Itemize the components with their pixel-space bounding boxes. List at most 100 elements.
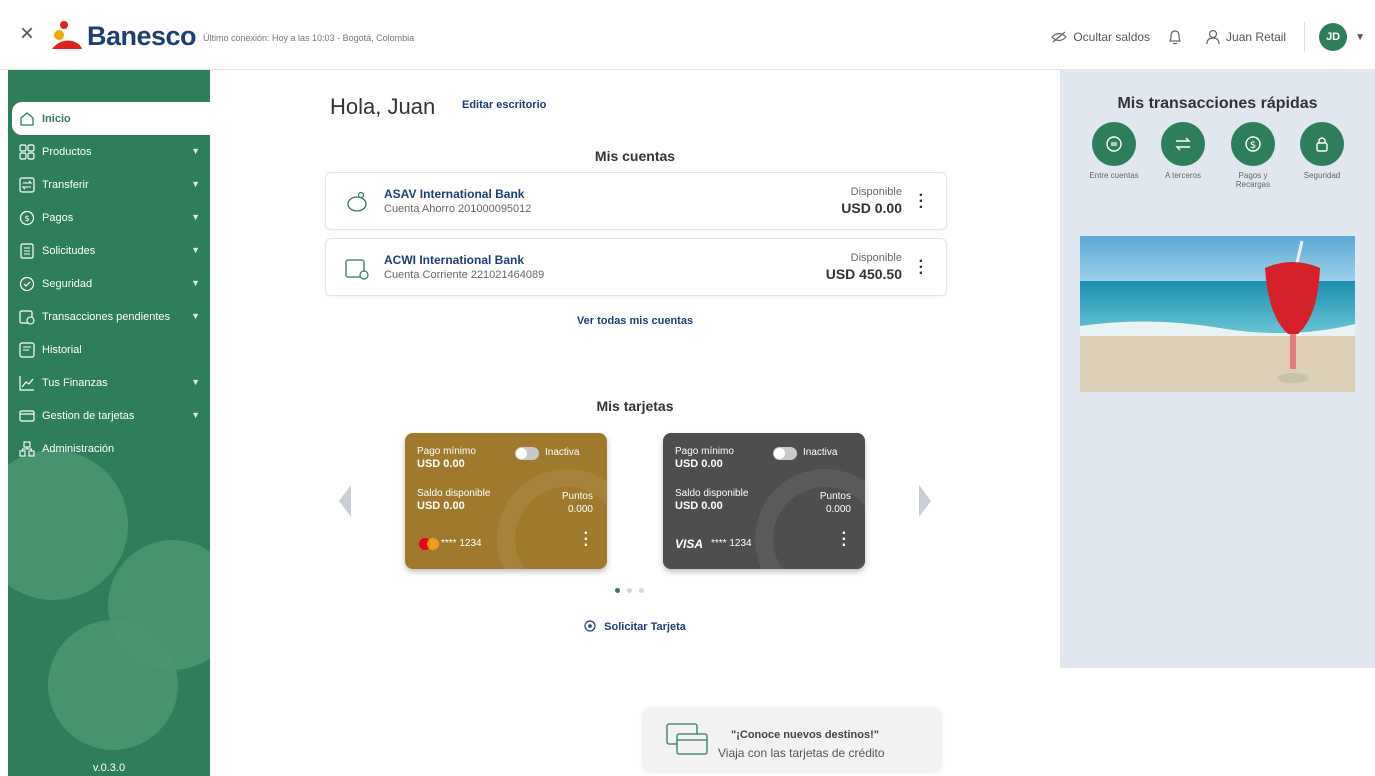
exchange-circle-icon (1092, 122, 1136, 166)
edit-desktop-link[interactable]: Editar escritorio (462, 99, 546, 111)
sidebar-item-solicitudes[interactable]: Solicitudes ▼ (8, 234, 210, 267)
min-payment-value: USD 0.00 (675, 458, 723, 470)
document-icon (18, 242, 36, 260)
card-decoration (755, 469, 865, 569)
sidebar-item-transferir[interactable]: Transferir ▼ (8, 168, 210, 201)
points-value: 0.000 (825, 504, 851, 515)
mastercard-icon (419, 538, 439, 550)
quick-action-label: Seguridad (1303, 171, 1341, 180)
piggy-bank-icon (347, 191, 367, 212)
points-value: 0.000 (567, 504, 593, 515)
bell-icon (1169, 30, 1182, 45)
chevron-down-icon: ▼ (191, 212, 200, 222)
quick-action-label: Pagos y Recargas (1235, 171, 1271, 189)
brand-name: Banesco (87, 20, 197, 51)
credit-card[interactable]: Pago mínimo USD 0.00 Inactiva Saldo disp… (663, 433, 865, 569)
card-status-label: Inactiva (803, 447, 838, 458)
chevron-down-icon: ▼ (191, 410, 200, 420)
arrows-icon (1161, 122, 1205, 166)
promo-title: "¡Conoce nuevos destinos!" (731, 729, 879, 741)
carousel-dot[interactable] (615, 588, 620, 593)
sidebar-item-label: Administración (42, 442, 115, 455)
banesco-logo-mark (52, 21, 82, 49)
account-balance: USD 0.00 (841, 200, 902, 216)
carousel-prev-arrow-icon[interactable] (335, 483, 355, 519)
sidebar-item-label: Tus Finanzas (42, 376, 108, 389)
header-divider (1304, 22, 1306, 52)
card-status-label: Inactiva (545, 447, 580, 458)
kebab-menu-icon[interactable]: · · · (919, 254, 924, 282)
org-icon (18, 440, 36, 458)
sidebar-item-label: Historial (42, 343, 82, 356)
chevron-down-icon: ▼ (191, 311, 200, 321)
chevron-down-icon[interactable]: ▼ (1355, 32, 1365, 43)
credit-card[interactable]: Pago mínimo USD 0.00 Inactiva Saldo disp… (405, 433, 607, 569)
carousel-dot[interactable] (639, 588, 644, 593)
quick-action-between-accounts[interactable]: Entre cuentas (1084, 122, 1144, 180)
card-status-toggle[interactable] (515, 447, 539, 460)
available-balance-value: USD 0.00 (675, 500, 723, 512)
card-icon (18, 407, 36, 425)
sidebar-item-pagos[interactable]: $ Pagos ▼ (8, 201, 210, 234)
min-payment-value: USD 0.00 (417, 458, 465, 470)
chart-line-icon (18, 374, 36, 392)
account-name: ACWI International Bank (384, 253, 525, 267)
account-card[interactable]: ACWI International Bank Cuenta Corriente… (325, 238, 947, 296)
coin-icon: $ (18, 209, 36, 227)
avatar[interactable]: JD (1319, 23, 1348, 51)
svg-text:$: $ (24, 214, 29, 223)
eye-off-icon (1051, 31, 1068, 43)
grid-icon (18, 143, 36, 161)
quick-action-third-party[interactable]: A terceros (1153, 122, 1213, 180)
quick-action-security[interactable]: Seguridad (1292, 122, 1352, 180)
top-header: × Banesco Último conexión: Hoy a las 10:… (0, 0, 1375, 70)
user-name: Juan Retail (1226, 30, 1287, 44)
home-icon (18, 110, 36, 128)
card-status-toggle[interactable] (773, 447, 797, 460)
kebab-menu-icon[interactable]: · · · (842, 526, 847, 554)
chevron-down-icon: ▼ (191, 278, 200, 288)
kebab-menu-icon[interactable]: · · · (584, 526, 589, 554)
carousel-dot[interactable] (627, 588, 632, 593)
user-menu[interactable]: Juan Retail (1206, 29, 1286, 45)
sidebar-item-historial[interactable]: Historial (8, 333, 210, 366)
last-login-text: Último conexión: Hoy a las 10:03 - Bogot… (203, 33, 415, 43)
card-decoration (497, 469, 607, 569)
request-card-button[interactable]: Solicitar Tarjeta (210, 620, 1060, 633)
coin-icon: $ (1231, 122, 1275, 166)
sidebar-item-gestion-tarjetas[interactable]: Gestion de tarjetas ▼ (8, 399, 210, 432)
sidebar-item-label: Transferir (42, 178, 89, 191)
sidebar-item-administracion[interactable]: Administración (8, 432, 210, 465)
card-number: **** 1234 (441, 538, 482, 549)
notifications-button[interactable] (1168, 29, 1188, 45)
sidebar-item-label: Pagos (42, 211, 74, 224)
carousel-next-arrow-icon[interactable] (915, 483, 935, 519)
account-card[interactable]: ASAV International Bank Cuenta Ahorro 20… (325, 172, 947, 230)
chevron-down-icon: ▼ (191, 245, 200, 255)
sidebar-item-label: Transacciones pendientes (42, 310, 171, 323)
chevron-down-icon: ▼ (191, 146, 200, 156)
beach-drink-promo-image[interactable] (1080, 236, 1355, 392)
sidebar-item-productos[interactable]: Productos ▼ (8, 135, 210, 168)
available-balance-value: USD 0.00 (417, 500, 465, 512)
available-balance-label: Saldo disponible (417, 488, 491, 499)
sidebar-item-label: Solicitudes (42, 244, 96, 257)
promo-banner[interactable]: "¡Conoce nuevos destinos!" Viaja con las… (643, 707, 941, 771)
main-content: Hola, Juan Editar escritorio Mis cuentas… (210, 70, 1060, 668)
available-label: Disponible (850, 252, 902, 264)
sidebar-item-inicio[interactable]: Inicio (12, 102, 210, 135)
sidebar-item-tus-finanzas[interactable]: Tus Finanzas ▼ (8, 366, 210, 399)
quick-transactions-title: Mis transacciones rápidas (1117, 95, 1318, 112)
kebab-menu-icon[interactable]: · · · (919, 188, 924, 216)
quick-action-payments[interactable]: $ Pagos y Recargas (1223, 122, 1283, 189)
wallet-transfer-icon (345, 259, 369, 280)
close-icon[interactable]: × (20, 22, 34, 46)
sidebar-item-seguridad[interactable]: Seguridad ▼ (8, 267, 210, 300)
see-all-accounts-link[interactable]: Ver todas mis cuentas (210, 315, 1060, 327)
chevron-down-icon: ▼ (191, 377, 200, 387)
decorative-circle (48, 620, 178, 750)
hide-balances-toggle[interactable]: Ocultar saldos (1051, 30, 1150, 44)
sidebar-item-transacciones-pendientes[interactable]: Transacciones pendientes ▼ (8, 300, 210, 333)
banesco-logo[interactable]: Banesco (50, 18, 197, 54)
points-label: Puntos (819, 491, 851, 502)
